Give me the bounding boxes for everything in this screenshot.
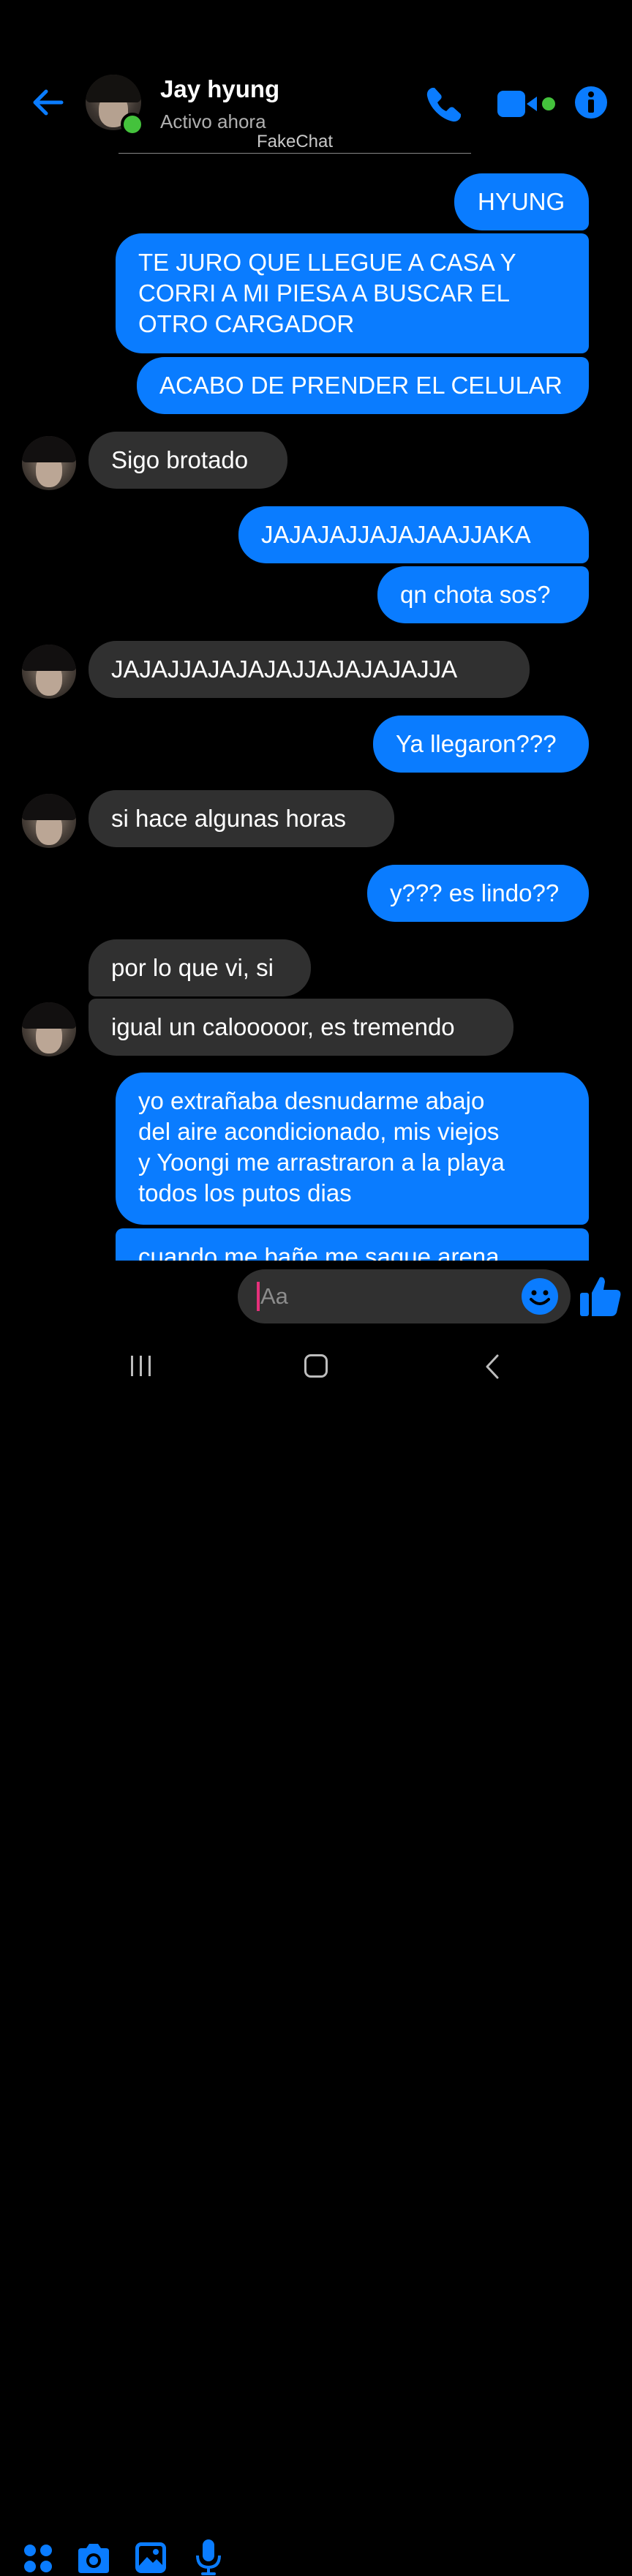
message-incoming[interactable]: si hace algunas horas [89, 790, 394, 847]
home-icon[interactable] [304, 1354, 328, 1378]
camera-icon[interactable] [75, 2542, 112, 2575]
message-outgoing[interactable]: HYUNG [454, 173, 589, 230]
divider [118, 153, 471, 154]
gallery-icon[interactable] [134, 2541, 168, 2575]
contact-avatar[interactable] [22, 794, 76, 848]
message-outgoing[interactable]: cuando me bañe me saque arena [116, 1228, 589, 1261]
chat-header: Jay hyung Activo ahora FakeChat [0, 0, 632, 157]
microphone-icon[interactable] [194, 2538, 223, 2576]
thumbs-up-icon[interactable] [578, 1273, 623, 1318]
back-icon[interactable] [483, 1353, 502, 1380]
emoji-icon[interactable] [521, 1277, 559, 1315]
back-arrow-icon[interactable] [29, 84, 66, 121]
message-list[interactable]: HYUNG TE JURO QUE LLEGUE A CASA Y CORRI … [0, 157, 632, 1261]
text-cursor [257, 1282, 260, 1311]
video-camera-icon[interactable] [496, 88, 562, 120]
contact-avatar[interactable] [22, 645, 76, 699]
watermark: FakeChat [256, 132, 334, 151]
message-outgoing[interactable]: yo extrañaba desnudarme abajo del aire a… [116, 1073, 589, 1225]
message-outgoing[interactable]: y??? es lindo?? [367, 865, 589, 922]
apps-icon[interactable] [22, 2542, 54, 2575]
message-incoming[interactable]: por lo que vi, si [89, 939, 311, 996]
contact-avatar[interactable] [22, 1002, 76, 1056]
message-outgoing[interactable]: Ya llegaron??? [373, 716, 589, 773]
message-outgoing[interactable]: ACABO DE PRENDER EL CELULAR [137, 357, 589, 414]
message-incoming[interactable]: Sigo brotado [89, 432, 287, 489]
contact-status: Activo ahora [160, 110, 266, 132]
contact-name[interactable]: Jay hyung [160, 75, 279, 103]
message-outgoing[interactable]: JAJAJAJJAJAJAAJJAKA [238, 506, 589, 563]
message-outgoing[interactable]: TE JURO QUE LLEGUE A CASA Y CORRI A MI P… [116, 233, 589, 353]
message-outgoing[interactable]: qn chota sos? [377, 566, 589, 623]
contact-avatar[interactable] [22, 436, 76, 490]
message-incoming[interactable]: JAJAJJAJAJAJAJJAJAJAJAJJA [89, 641, 530, 698]
phone-icon[interactable] [423, 83, 465, 126]
message-incoming[interactable]: igual un calooooor, es tremendo [89, 999, 514, 1056]
info-icon[interactable] [574, 86, 608, 119]
message-input-placeholder: Aa [260, 1283, 288, 1309]
recent-apps-icon[interactable] [129, 1355, 154, 1377]
